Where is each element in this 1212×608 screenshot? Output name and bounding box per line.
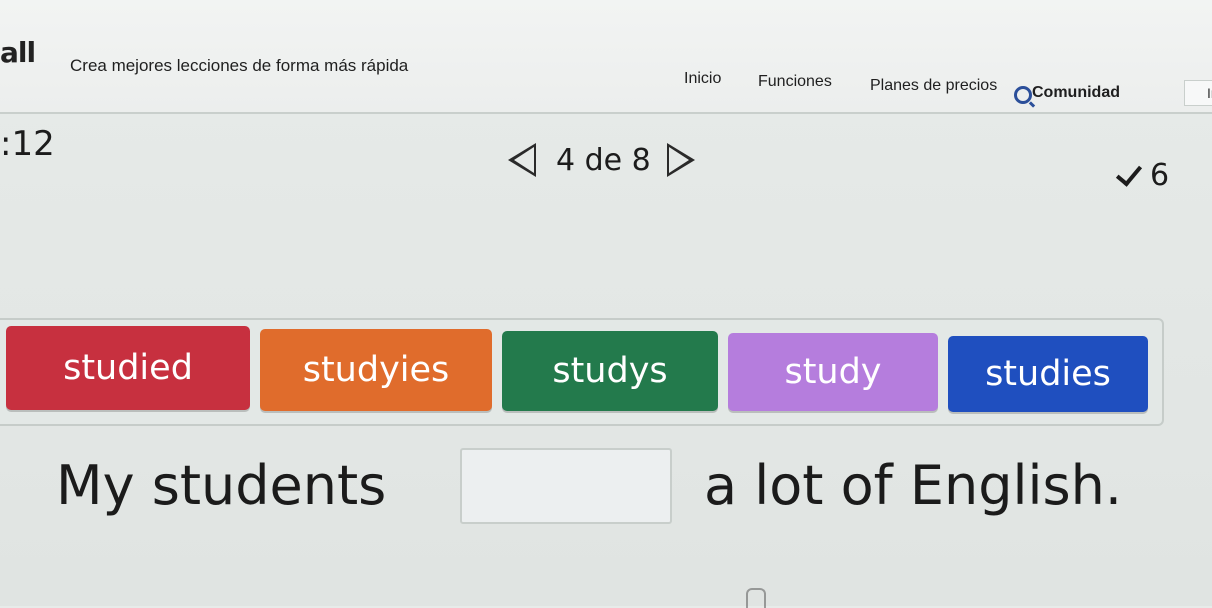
answer-drop-slot[interactable] [460,448,672,524]
nav-comunidad[interactable]: Comunidad [1032,84,1120,102]
option-studyies[interactable]: studyies [260,329,492,411]
question-sentence: My students a lot of English. [56,448,1176,528]
nav-inicio[interactable]: Inicio [684,70,721,88]
nav-funciones[interactable]: Funciones [758,73,832,91]
check-icon [1115,158,1143,187]
question-pager: 4 de 8 [508,140,695,180]
search-icon[interactable] [1014,86,1032,104]
option-studied[interactable]: studied [6,326,250,410]
option-studies[interactable]: studies [948,336,1148,412]
hand-cursor-icon [746,588,766,608]
top-navbar: all Crea mejores lecciones de forma más … [0,0,1212,114]
brand-logo[interactable]: all [0,36,36,69]
brand-tagline: Crea mejores lecciones de forma más rápi… [70,56,409,75]
triangle-left-icon[interactable] [508,143,536,177]
sentence-after: a lot of English. [704,454,1122,517]
pager-text: 4 de 8 [556,142,651,178]
option-studys[interactable]: studys [502,331,718,411]
nav-edge-button[interactable]: Ir [1184,80,1212,106]
triangle-right-icon[interactable] [666,143,695,177]
timer: :12 [0,124,55,164]
score-value: 6 [1150,158,1170,193]
option-study[interactable]: study [728,333,938,411]
nav-planes-de-precios[interactable]: Planes de precios [870,77,997,95]
score-counter: 6 [1115,158,1170,193]
sentence-before: My students [56,454,387,517]
